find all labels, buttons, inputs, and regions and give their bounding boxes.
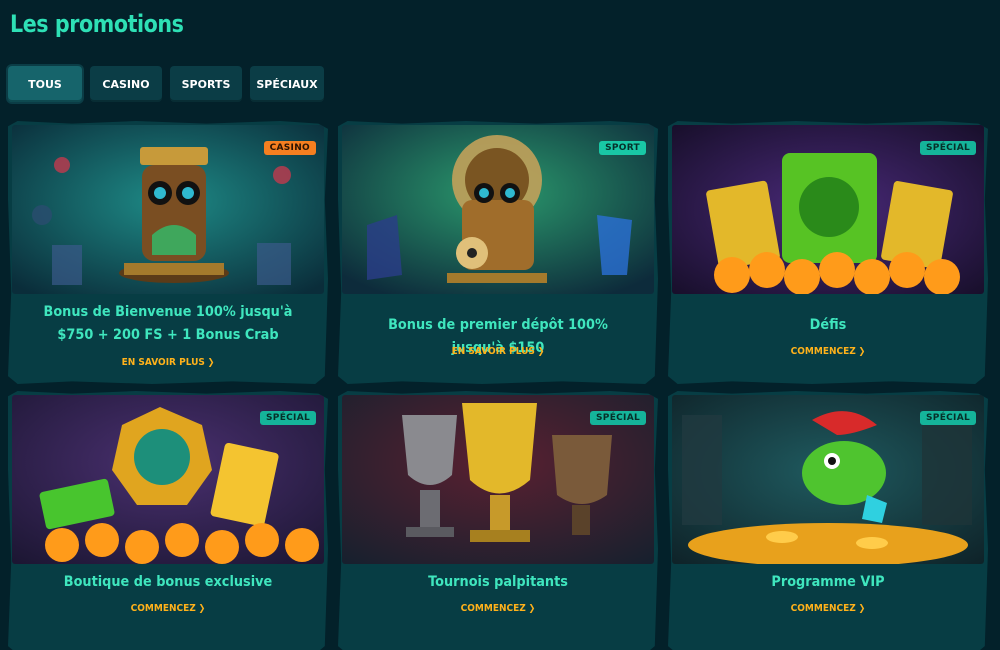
badge-special: SPÉCIAL bbox=[920, 411, 976, 425]
promo-card-challenges[interactable]: SPÉCIAL Défis COMMENCEZ ❯ bbox=[668, 121, 988, 384]
learn-more-link[interactable]: EN SAVOIR PLUS ❯ bbox=[354, 346, 642, 357]
chevron-right-icon: ❯ bbox=[537, 347, 545, 357]
start-link[interactable]: COMMENCEZ ❯ bbox=[684, 346, 972, 357]
cta-label: COMMENCEZ bbox=[460, 603, 526, 614]
promo-card-vip[interactable]: SPÉCIAL Programme VIP COMMENCEZ ❯ bbox=[668, 391, 988, 650]
chevron-right-icon: ❯ bbox=[207, 358, 215, 368]
start-link[interactable]: COMMENCEZ ❯ bbox=[24, 603, 312, 614]
promo-card-tournaments[interactable]: SPÉCIAL Tournois palpitants COMMENCEZ ❯ bbox=[338, 391, 658, 650]
chevron-right-icon: ❯ bbox=[198, 604, 206, 614]
tab-all[interactable]: TOUS bbox=[8, 66, 82, 102]
badge-special: SPÉCIAL bbox=[260, 411, 316, 425]
cta-label: COMMENCEZ bbox=[130, 603, 196, 614]
badge-casino: CASINO bbox=[263, 141, 316, 155]
page-title: Les promotions bbox=[10, 10, 184, 38]
start-link[interactable]: COMMENCEZ ❯ bbox=[684, 603, 972, 614]
promo-title: Bonus de Bienvenue 100% jusqu'à $750 + 2… bbox=[43, 304, 293, 343]
cta-label: COMMENCEZ bbox=[790, 603, 856, 614]
tab-sports[interactable]: SPORTS bbox=[170, 66, 242, 102]
promo-card-first-deposit[interactable]: SPORT Bonus de premier dépôt 100% jusqu'… bbox=[338, 121, 658, 384]
cta-label: EN SAVOIR PLUS bbox=[451, 346, 535, 357]
cta-label: COMMENCEZ bbox=[790, 346, 856, 357]
tab-specials[interactable]: SPÉCIAUX bbox=[250, 66, 324, 102]
promo-title: Tournois palpitants bbox=[428, 574, 568, 590]
promo-title: Boutique de bonus exclusive bbox=[63, 574, 273, 590]
badge-special: SPÉCIAL bbox=[920, 141, 976, 155]
chevron-right-icon: ❯ bbox=[858, 347, 866, 357]
promo-title: Défis bbox=[809, 317, 847, 333]
tab-casino[interactable]: CASINO bbox=[90, 66, 162, 102]
promo-card-bonus-shop[interactable]: SPÉCIAL Boutique de bonus exclusive COMM… bbox=[8, 391, 328, 650]
promo-title: Programme VIP bbox=[771, 574, 885, 590]
promo-card-welcome[interactable]: CASINO Bonus de Bienvenue 100% jusqu'à $… bbox=[8, 121, 328, 384]
chevron-right-icon: ❯ bbox=[858, 604, 866, 614]
promo-filter-tabs: TOUS CASINO SPORTS SPÉCIAUX bbox=[8, 66, 324, 102]
cta-label: EN SAVOIR PLUS bbox=[121, 357, 205, 368]
learn-more-link[interactable]: EN SAVOIR PLUS ❯ bbox=[24, 357, 312, 368]
chevron-right-icon: ❯ bbox=[528, 604, 536, 614]
badge-special: SPÉCIAL bbox=[590, 411, 646, 425]
start-link[interactable]: COMMENCEZ ❯ bbox=[354, 603, 642, 614]
badge-sport: SPORT bbox=[599, 141, 646, 155]
